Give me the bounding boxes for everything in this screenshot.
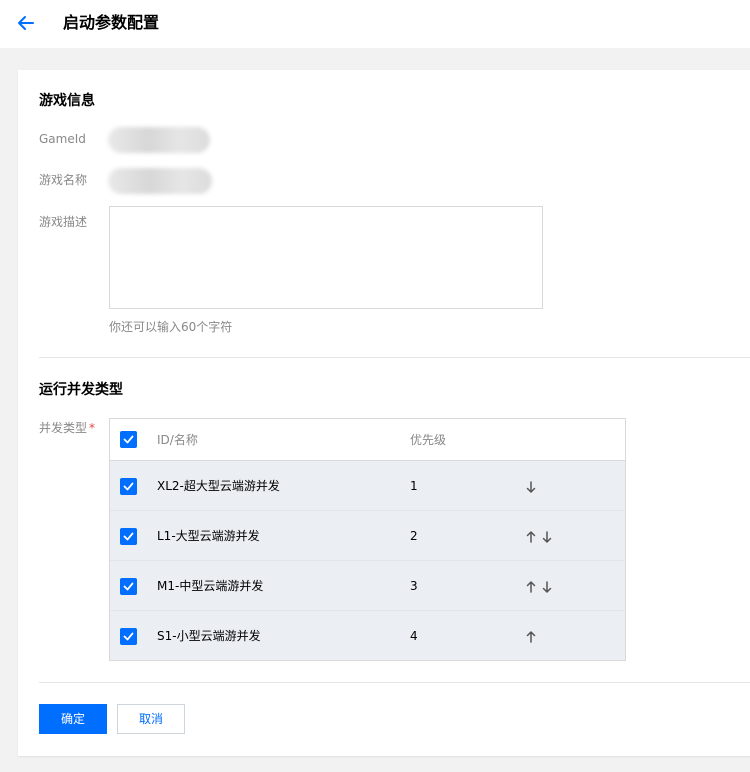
description-char-hint: 你还可以输入60个字符 [109,320,233,334]
column-header-priority: 优先级 [410,433,447,447]
game-description-label: 游戏描述 [39,215,88,229]
table-body: XL2-超大型云端游并发 1 L1-大型云端游并发 2 M1-中型云端游并发 3… [110,461,625,660]
game-name-value-redacted [108,168,212,194]
row-name: M1-中型云端游并发 [157,579,264,593]
section-divider [39,357,750,358]
cancel-button[interactable]: 取消 [117,704,185,734]
row-priority: 3 [410,579,418,593]
row-checkbox[interactable] [120,528,137,545]
row-checkbox[interactable] [120,628,137,645]
row-name: L1-大型云端游并发 [157,529,260,543]
move-down-arrow-icon[interactable] [541,579,553,593]
move-down-arrow-icon[interactable] [525,479,537,493]
concurrency-table: ID/名称 优先级 XL2-超大型云端游并发 1 L1-大型云端游并发 2 M1… [109,418,626,661]
table-row: XL2-超大型云端游并发 1 [110,461,625,511]
select-all-checkbox[interactable] [120,431,137,448]
row-checkbox[interactable] [120,578,137,595]
concurrency-type-label: 并发类型 * [39,419,95,437]
game-id-value-redacted [108,127,210,153]
move-down-arrow-icon[interactable] [541,529,553,543]
row-priority: 1 [410,479,418,493]
section-title-concurrency: 运行并发类型 [39,382,123,398]
page-title: 启动参数配置 [63,13,160,32]
game-description-textarea[interactable] [109,206,543,309]
concurrency-type-label-text: 并发类型 [39,421,88,435]
top-bar: 启动参数配置 [0,0,750,48]
game-name-label: 游戏名称 [39,173,88,187]
move-up-arrow-icon[interactable] [525,579,537,593]
row-checkbox[interactable] [120,478,137,495]
column-header-id-name: ID/名称 [157,433,198,447]
table-row: M1-中型云端游并发 3 [110,561,625,611]
required-mark: * [89,421,96,435]
confirm-button[interactable]: 确定 [39,704,107,734]
row-name: S1-小型云端游并发 [157,629,261,643]
move-up-arrow-icon[interactable] [525,629,537,643]
section-title-game-info: 游戏信息 [39,93,95,109]
move-up-arrow-icon[interactable] [525,529,537,543]
game-id-label: GameId [39,132,86,146]
table-row: S1-小型云端游并发 4 [110,611,625,661]
table-row: L1-大型云端游并发 2 [110,511,625,561]
footer-divider [39,682,750,683]
row-name: XL2-超大型云端游并发 [157,479,280,493]
back-arrow-icon[interactable] [14,11,38,35]
row-priority: 2 [410,529,418,543]
table-header: ID/名称 优先级 [110,419,625,461]
row-priority: 4 [410,629,418,643]
